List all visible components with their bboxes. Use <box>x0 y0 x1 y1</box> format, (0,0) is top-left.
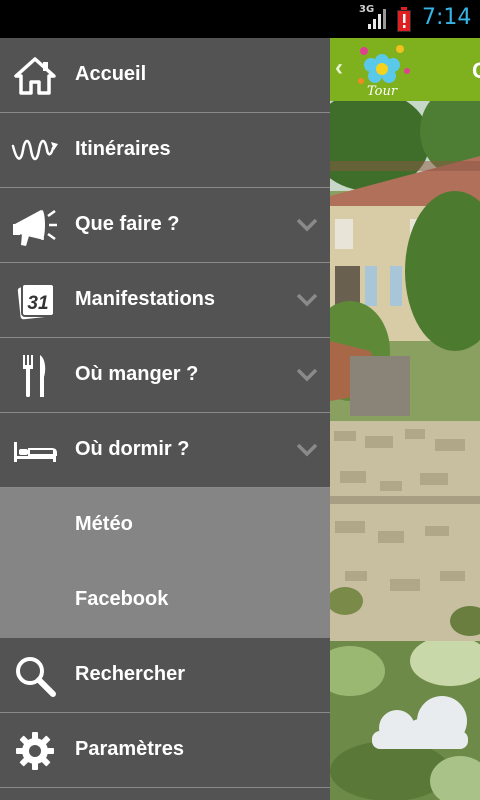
menu-item-label: Accueil <box>75 63 147 85</box>
calendar-icon: 31 <box>10 276 60 326</box>
weather-panel[interactable] <box>330 641 480 800</box>
menu-item-label: Rechercher <box>75 663 186 685</box>
route-icon <box>10 126 60 176</box>
app-logo[interactable]: Tour <box>352 41 416 99</box>
menu-item-accueil[interactable]: Accueil <box>0 38 330 113</box>
menu-item-meteo[interactable]: Météo <box>0 488 330 563</box>
gear-icon <box>10 726 60 776</box>
menu-item-itineraires[interactable]: Itinéraires <box>0 113 330 188</box>
menu-item-parametres[interactable]: Paramètres <box>0 713 330 788</box>
menu-item-ou-manger[interactable]: Où manger ? <box>0 338 330 413</box>
battery-low-icon <box>397 7 411 32</box>
app-header: ‹ Tour C <box>330 38 480 101</box>
chevron-down-icon[interactable] <box>296 443 318 457</box>
back-chevron-icon[interactable]: ‹ <box>335 54 343 82</box>
menu-item-facebook[interactable]: Facebook <box>0 563 330 638</box>
menu-item-manifestations[interactable]: 31 Manifestations <box>0 263 330 338</box>
search-icon <box>10 651 60 701</box>
menu-item-que-faire[interactable]: Que faire ? <box>0 188 330 263</box>
menu-item-label: Que faire ? <box>75 213 180 235</box>
menu-item-rechercher[interactable]: Rechercher <box>0 638 330 713</box>
chevron-down-icon[interactable] <box>296 293 318 307</box>
logo-text: Tour <box>367 84 398 99</box>
menu-item-label: Où manger ? <box>75 363 199 385</box>
chevron-down-icon[interactable] <box>296 218 318 232</box>
menu-item-label: Itinéraires <box>75 138 171 160</box>
page-title: C <box>472 58 480 83</box>
menu-item-ou-dormir[interactable]: Où dormir ? <box>0 413 330 488</box>
menu-item-label: Paramètres <box>75 738 184 760</box>
cutlery-icon <box>10 351 60 401</box>
signal-icon <box>368 9 386 29</box>
navigation-drawer: Accueil Itinéraires Que faire ? 31 Manif… <box>0 38 330 800</box>
bed-icon <box>10 426 60 476</box>
status-bar: 3G 7:14 <box>0 0 480 38</box>
chevron-down-icon[interactable] <box>296 368 318 382</box>
megaphone-icon <box>10 201 60 251</box>
home-icon <box>10 51 60 101</box>
clock: 7:14 <box>422 5 472 30</box>
svg-text:31: 31 <box>27 293 48 314</box>
village-photo <box>330 101 480 641</box>
menu-item-label: Manifestations <box>75 288 216 310</box>
main-content: ‹ Tour C <box>330 38 480 800</box>
menu-item-label: Facebook <box>75 588 169 610</box>
menu-item-label: Où dormir ? <box>75 438 190 460</box>
menu-item-label: Météo <box>75 513 133 535</box>
